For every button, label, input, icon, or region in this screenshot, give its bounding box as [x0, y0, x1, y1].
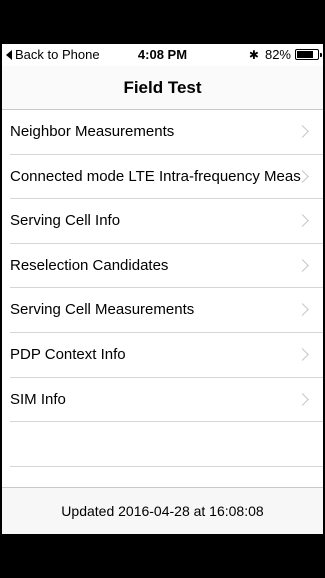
bluetooth-icon: ✱: [248, 47, 259, 62]
list-item-label: Connected mode LTE Intra-frequency Meas: [10, 167, 301, 185]
chevron-right-icon: [296, 303, 309, 317]
list-item-pdp-context-info[interactable]: PDP Context Info: [2, 333, 323, 378]
page-title: Field Test: [123, 78, 202, 97]
battery-fill: [297, 51, 314, 58]
list-item-label: SIM Info: [10, 390, 66, 408]
list-item-sim-info[interactable]: SIM Info: [2, 378, 323, 423]
list-item-lte-intra-frequency[interactable]: Connected mode LTE Intra-frequency Meas: [2, 155, 323, 200]
battery-icon: [295, 49, 322, 60]
footer: Updated 2016-04-28 at 16:08:08: [2, 487, 323, 534]
list-item-label: Neighbor Measurements: [10, 123, 175, 140]
list-item-label: Reselection Candidates: [10, 256, 169, 274]
chevron-right-icon: [296, 258, 309, 272]
list-item-serving-cell-measurements[interactable]: Serving Cell Measurements: [2, 288, 323, 333]
list-item-label: Serving Cell Measurements: [10, 301, 195, 319]
status-right: ✱ 82%: [248, 47, 322, 62]
chevron-right-icon: [296, 214, 309, 228]
nav-bar: Field Test: [2, 66, 323, 110]
list-item-reselection-candidates[interactable]: Reselection Candidates: [2, 244, 323, 289]
list-empty-row: [2, 422, 323, 467]
list-item-label: PDP Context Info: [10, 345, 126, 363]
chevron-right-icon: [296, 392, 309, 406]
list-item-neighbor-measurements[interactable]: Neighbor Measurements: [2, 110, 323, 155]
field-test-list: Neighbor Measurements Connected mode LTE…: [2, 110, 323, 467]
screen: Back to Phone 4:08 PM ✱ 82% Field Test N…: [2, 44, 323, 534]
battery-percent: 82%: [264, 47, 291, 62]
chevron-right-icon: [296, 125, 309, 138]
list-item-label: Serving Cell Info: [10, 212, 121, 230]
updated-timestamp: Updated 2016-04-28 at 16:08:08: [61, 503, 264, 519]
chevron-right-icon: [296, 348, 309, 361]
list-item-serving-cell-info[interactable]: Serving Cell Info: [2, 199, 323, 244]
status-bar: Back to Phone 4:08 PM ✱ 82%: [2, 44, 323, 66]
